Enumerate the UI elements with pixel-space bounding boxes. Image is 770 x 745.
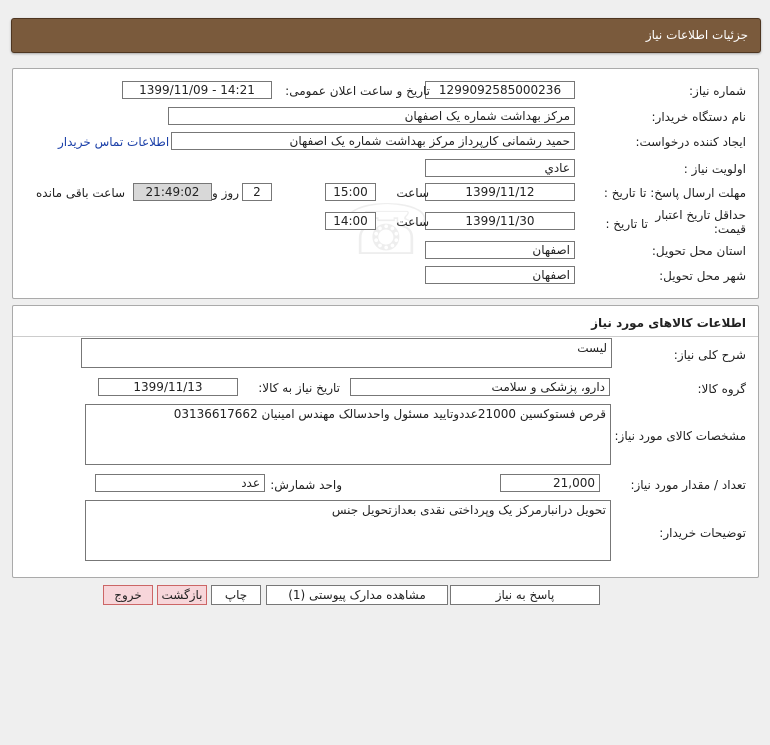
priority-label: اولویت نیاز : — [683, 162, 746, 176]
buyer-org-field: مرکز بهداشت شماره یک اصفهان — [168, 107, 575, 125]
back-button[interactable]: بازگشت — [157, 585, 207, 605]
days-field: 2 — [242, 183, 272, 201]
view-attachments-button[interactable]: مشاهده مدارک پیوستی (1) — [266, 585, 448, 605]
page-title: جزئیات اطلاعات نیاز — [645, 28, 748, 42]
need-number-field: 1299092585000236 — [425, 81, 575, 99]
unit-field: عدد — [95, 474, 265, 492]
remaining-time-field: 21:49:02 — [133, 183, 212, 201]
unit-label: واحد شمارش: — [270, 478, 342, 492]
announce-label: تاریخ و ساعت اعلان عمومی: — [285, 84, 430, 98]
province-label: استان محل تحویل: — [651, 244, 746, 258]
deadline-time-label: ساعت — [396, 186, 429, 200]
deadline-label: مهلت ارسال پاسخ: تا تاریخ : — [603, 186, 746, 200]
validity-to-label: تا تاریخ : — [605, 217, 648, 231]
notes-field: تحویل درانبارمرکز یک وپرداختی نقدی بعداز… — [85, 500, 611, 561]
requester-field: حمید رشمانی کارپرداز مرکز بهداشت شماره ی… — [171, 132, 575, 150]
buyer-org-label: نام دستگاه خریدار: — [651, 110, 747, 124]
priority-field: عادي — [425, 159, 575, 177]
qty-label: تعداد / مقدار مورد نیاز: — [630, 478, 746, 492]
qty-field: 21,000 — [500, 474, 600, 492]
page-header: جزئیات اطلاعات نیاز — [11, 18, 761, 53]
section-divider — [13, 336, 758, 337]
specs-label: مشخصات کالای مورد نیاز: — [614, 429, 746, 443]
respond-button[interactable]: پاسخ به نیاز — [450, 585, 600, 605]
validity-time-field: 14:00 — [325, 212, 376, 230]
need-date-label: تاریخ نیاز به کالا: — [258, 381, 340, 395]
validity-label: حداقل تاریخ اعتبار قیمت: — [655, 208, 746, 236]
days-label: روز و — [212, 186, 239, 200]
exit-button[interactable]: خروج — [103, 585, 153, 605]
city-field: اصفهان — [425, 266, 575, 284]
desc-label: شرح کلی نیاز: — [673, 348, 746, 362]
group-label: گروه کالا: — [697, 382, 747, 396]
validity-date-field: 1399/11/30 — [425, 212, 575, 230]
desc-field: لیست — [81, 338, 612, 368]
validity-time-label: ساعت — [396, 215, 429, 229]
specs-field: قرص فستوکسین 21000عددوتایید مسئول واحدسا… — [85, 404, 611, 465]
province-field: اصفهان — [425, 241, 575, 259]
city-label: شهر محل تحویل: — [659, 269, 746, 283]
requester-label: ایجاد کننده درخواست: — [635, 135, 746, 149]
goods-panel: ☏ اطلاعات کالاهای مورد نیاز شرح کلی نیاز… — [12, 305, 759, 578]
need-number-label: شماره نیاز: — [689, 84, 746, 98]
group-field: دارو، پزشکی و سلامت — [350, 378, 610, 396]
goods-section-title: اطلاعات کالاهای مورد نیاز — [591, 316, 746, 330]
watermark: ☏ — [343, 189, 431, 271]
print-button[interactable]: چاپ — [211, 585, 261, 605]
remaining-label: ساعت باقی مانده — [36, 186, 126, 200]
notes-label: توضیحات خریدار: — [659, 526, 746, 540]
deadline-date-field: 1399/11/12 — [425, 183, 575, 201]
announce-field: 1399/11/09 - 14:21 — [122, 81, 272, 99]
need-info-panel: ☏ شماره نیاز: 1299092585000236 تاریخ و س… — [12, 68, 759, 299]
buyer-contact-link[interactable]: اطلاعات تماس خریدار — [58, 135, 169, 149]
need-date-field: 1399/11/13 — [98, 378, 238, 396]
deadline-time-field: 15:00 — [325, 183, 376, 201]
